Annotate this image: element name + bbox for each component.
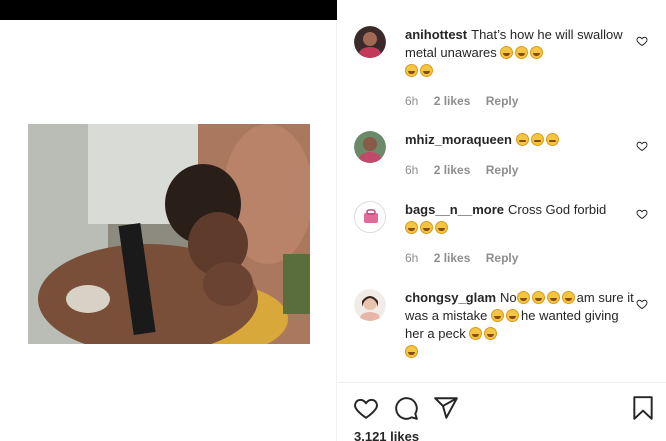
comment-content: chongsy_glam No am sure it was a mistake h…: [405, 289, 637, 361]
comments-pane: anihottest That’s how he will swallow met…: [338, 0, 666, 441]
like-heart-icon[interactable]: [636, 140, 648, 152]
comment-username[interactable]: bags__n__more: [405, 202, 504, 217]
avatar[interactable]: [354, 131, 386, 163]
bookmark-icon[interactable]: [630, 395, 656, 421]
comment-username[interactable]: mhiz_moraqueen: [405, 132, 512, 147]
thinking-emoji-icon: [545, 133, 559, 146]
thinking-emoji-icon: [515, 133, 529, 146]
laughing-emoji-icon: [531, 291, 545, 304]
heart-icon[interactable]: [353, 395, 379, 421]
thinking-emoji-icon: [530, 133, 544, 146]
comment-content: bags__n__more Cross God forbid: [405, 201, 637, 237]
comment-likes[interactable]: 2 likes: [434, 251, 471, 265]
video-still-image: [28, 124, 310, 344]
comment-time[interactable]: 6h: [405, 251, 418, 265]
avatar[interactable]: [354, 201, 386, 233]
like-heart-icon[interactable]: [636, 208, 648, 220]
comment-text: No: [500, 290, 517, 305]
post-media-pane: [0, 0, 337, 441]
comment-meta: 6h 2 likes Reply: [405, 94, 530, 108]
comment-content: anihottest That’s how he will swallow met…: [405, 26, 637, 80]
laughing-emoji-icon: [484, 327, 498, 340]
comment-time[interactable]: 6h: [405, 163, 418, 177]
comment-meta: 6h 2 likes Reply: [405, 163, 530, 177]
reply-button[interactable]: Reply: [486, 163, 519, 177]
comment-time[interactable]: 6h: [405, 94, 418, 108]
like-heart-icon[interactable]: [636, 298, 648, 310]
laughing-emoji-icon: [500, 46, 514, 59]
comment-likes[interactable]: 2 likes: [434, 94, 471, 108]
laughing-emoji-icon: [435, 221, 448, 234]
like-heart-icon[interactable]: [636, 35, 648, 47]
laughing-emoji-icon: [405, 64, 418, 77]
laughing-emoji-icon: [405, 221, 418, 234]
comment-icon[interactable]: [393, 395, 419, 421]
laughing-emoji-icon: [469, 327, 483, 340]
comment-text: Cross God forbid: [508, 202, 607, 217]
comment-username[interactable]: anihottest: [405, 27, 467, 42]
laughing-emoji-icon: [420, 64, 433, 77]
share-icon[interactable]: [433, 395, 459, 421]
avatar[interactable]: [354, 289, 386, 321]
comment-username[interactable]: chongsy_glam: [405, 290, 496, 305]
post-action-bar: 3.121 likes: [338, 382, 666, 441]
laughing-emoji-icon: [506, 309, 519, 322]
laughing-emoji-icon: [491, 309, 504, 322]
laughing-emoji-icon: [515, 46, 529, 59]
post-video[interactable]: [28, 124, 310, 344]
avatar[interactable]: [354, 26, 386, 58]
laughing-emoji-icon: [405, 345, 418, 358]
laughing-emoji-icon: [561, 291, 575, 304]
laughing-emoji-icon: [420, 221, 433, 234]
laughing-emoji-icon: [546, 291, 560, 304]
post-likes-count[interactable]: 3.121 likes: [354, 429, 419, 441]
reply-button[interactable]: Reply: [486, 94, 519, 108]
reply-button[interactable]: Reply: [486, 251, 519, 265]
comment-meta: 6h 2 likes Reply: [405, 251, 530, 265]
comment-content: mhiz_moraqueen: [405, 131, 637, 149]
comment-likes[interactable]: 2 likes: [434, 163, 471, 177]
laughing-emoji-icon: [530, 46, 544, 59]
laughing-emoji-icon: [516, 291, 530, 304]
media-top-bar: [0, 0, 337, 20]
